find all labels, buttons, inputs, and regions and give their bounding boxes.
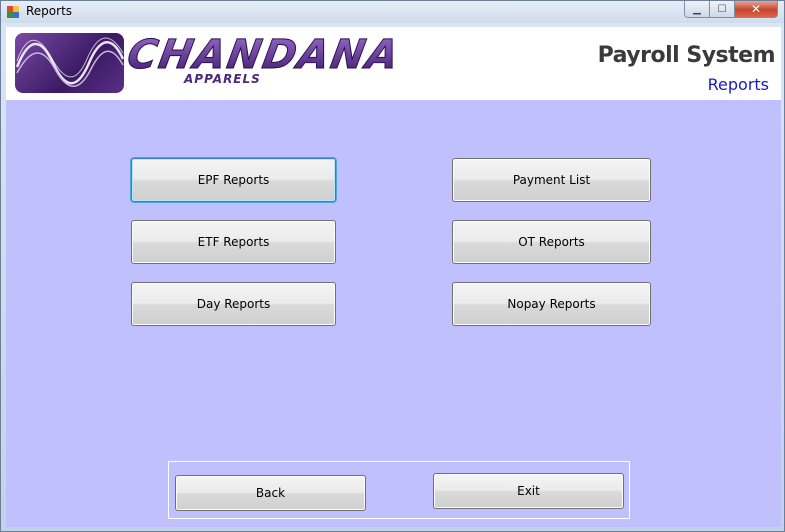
logo-wave-icon <box>15 33 124 93</box>
window-title: Reports <box>26 4 73 18</box>
epf-reports-button[interactable]: EPF Reports <box>131 158 336 202</box>
reports-form: CHANDANA APPARELS Payroll System Reports… <box>6 27 781 527</box>
logo-text: CHANDANA <box>128 32 404 74</box>
logo: CHANDANA <box>128 32 404 74</box>
maximize-icon: ☐ <box>717 3 727 15</box>
title-bar[interactable]: Reports ▁ ☐ ✕ <box>1 1 784 23</box>
close-button[interactable]: ✕ <box>735 1 778 18</box>
header-banner: CHANDANA APPARELS Payroll System Reports <box>6 27 781 100</box>
maximize-button[interactable]: ☐ <box>710 1 735 18</box>
nopay-reports-button[interactable]: Nopay Reports <box>452 282 651 326</box>
reports-window: Reports ▁ ☐ ✕ CHANDANA APPARELS Payroll … <box>0 0 785 532</box>
system-subtitle: Reports <box>707 75 769 94</box>
system-title: Payroll System <box>597 43 776 68</box>
etf-reports-button[interactable]: ETF Reports <box>131 220 336 264</box>
minimize-button[interactable]: ▁ <box>684 1 710 18</box>
logo-subtext: APPARELS <box>184 72 261 86</box>
exit-button[interactable]: Exit <box>433 473 624 509</box>
minimize-icon: ▁ <box>693 3 701 15</box>
caption-buttons: ▁ ☐ ✕ <box>684 1 778 19</box>
close-icon: ✕ <box>750 2 762 16</box>
payment-list-button[interactable]: Payment List <box>452 158 651 202</box>
ot-reports-button[interactable]: OT Reports <box>452 220 651 264</box>
back-button[interactable]: Back <box>175 475 366 511</box>
day-reports-button[interactable]: Day Reports <box>131 282 336 326</box>
app-icon <box>7 6 19 18</box>
